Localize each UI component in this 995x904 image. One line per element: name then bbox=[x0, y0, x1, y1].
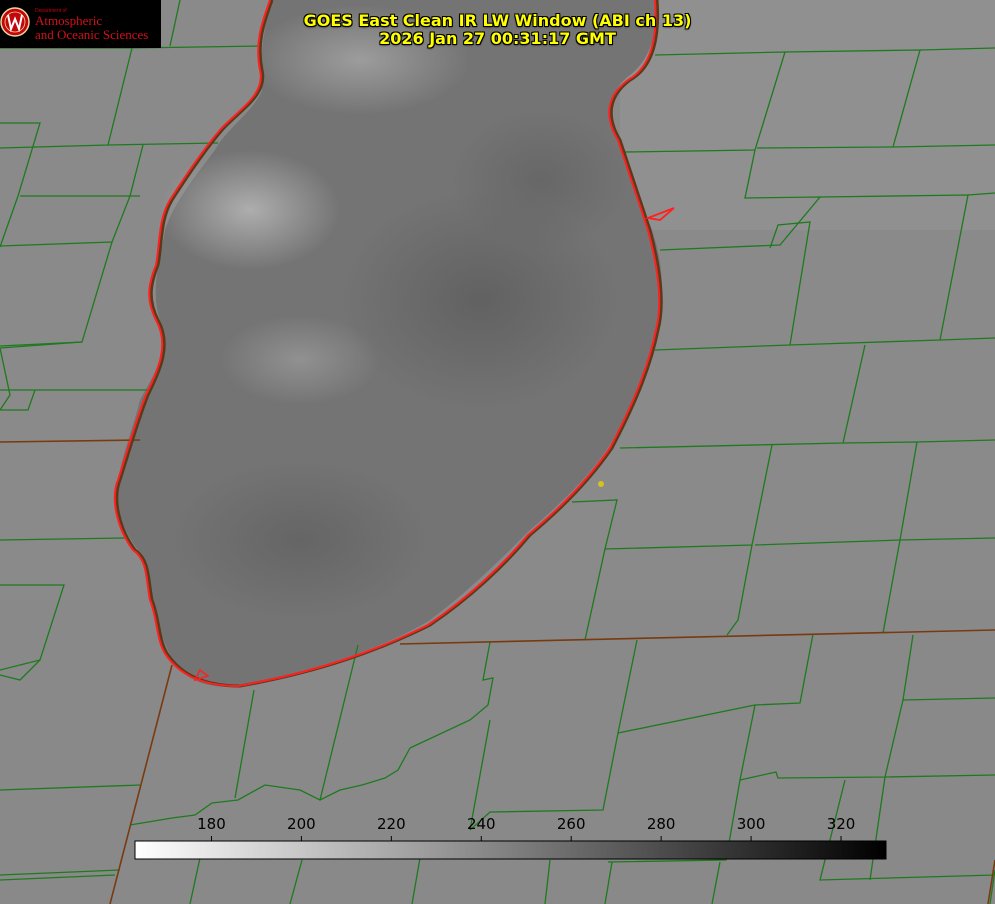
map-timestamp: 2026 Jan 27 00:31:17 GMT bbox=[379, 29, 616, 48]
cool-patch-south bbox=[170, 460, 430, 620]
cool-patch-north bbox=[450, 110, 630, 250]
cloud-bright-patch bbox=[160, 150, 340, 270]
location-marker bbox=[598, 481, 604, 487]
satellite-map: 180 200 220 240 260 280 300 320 Department of A… bbox=[0, 0, 995, 904]
colorbar-tick-label: 240 bbox=[466, 815, 496, 833]
colorbar-tick-label: 220 bbox=[377, 815, 406, 833]
colorbar-tick-label: 180 bbox=[197, 815, 226, 833]
colorbar-scale bbox=[134, 840, 887, 860]
colorbar-tick-label: 320 bbox=[826, 815, 856, 833]
colorbar-tick-label: 300 bbox=[736, 815, 766, 833]
colorbar-tick-label: 200 bbox=[287, 815, 316, 833]
map-title: GOES East Clean IR LW Window (ABI ch 13) bbox=[303, 11, 692, 30]
map-canvas bbox=[0, 0, 995, 904]
colorbar-tick-label: 260 bbox=[556, 815, 586, 833]
colorbar-tick-label: 280 bbox=[646, 815, 676, 833]
